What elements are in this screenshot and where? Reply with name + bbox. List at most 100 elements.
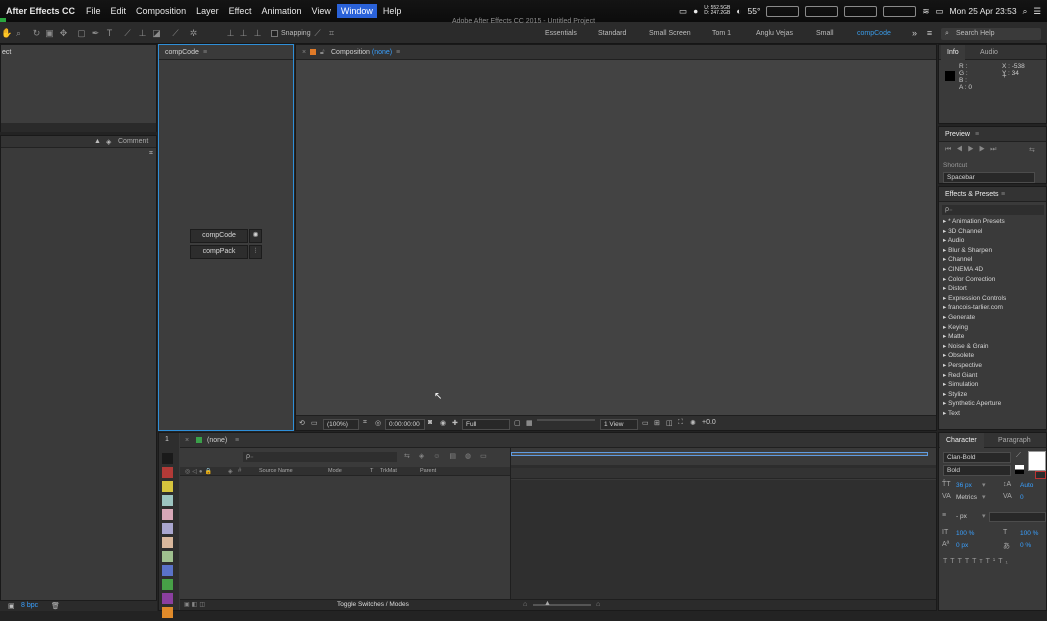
label-color-swatch[interactable] [162,593,173,604]
comp-viewer[interactable] [296,60,936,414]
label-color-swatch[interactable] [162,509,173,520]
trkmat-header[interactable]: TrkMat [380,468,397,474]
effect-category[interactable]: ▸ Perspective [943,361,1045,371]
next-frame-icon[interactable]: ▶ [979,146,990,153]
character-panel[interactable]: Character Paragraph Clan-Bold ⟋ Bold T̂T… [938,432,1047,611]
footer-pane-icons[interactable]: ▣◧◫ [184,601,207,608]
baseline-shift-value[interactable]: 0 px [956,542,968,549]
panel-menu-icon[interactable]: ≡ [975,127,979,142]
stroke-style-select[interactable] [989,512,1046,522]
small-caps-icon[interactable]: Tт [972,558,985,565]
always-preview-icon[interactable]: ⟲ [299,419,305,427]
project-panel-tab[interactable]: ect [1,45,156,60]
label-color-swatch[interactable] [162,523,173,534]
camera-select[interactable] [537,419,595,421]
motion-blur-icon[interactable]: ◍ [465,453,480,460]
effect-category[interactable]: ▸ Stylize [943,390,1045,400]
effect-category[interactable]: ▸ Matte [943,332,1045,342]
timeline-icon[interactable]: ◫ [666,419,673,427]
region-icon[interactable]: ▭ [311,419,318,427]
source-name-header[interactable]: Source Name [259,468,293,474]
effect-category[interactable]: ▸ Blur & Sharpen [943,246,1045,256]
first-frame-icon[interactable]: ⏮ [945,146,956,153]
eraser-tool-icon[interactable]: ◪ [151,28,162,38]
rectangle-tool-icon[interactable]: ▢ [76,28,87,38]
effects-presets-panel[interactable]: Effects & Presets ≡ ρ₋ ▸ * Animation Pre… [938,186,1047,430]
font-family-select[interactable]: Clan-Bold [943,452,1011,463]
label-color-swatch[interactable] [162,579,173,590]
channel-icon[interactable]: ✚ [452,419,458,427]
rotate-tool-icon[interactable]: ↻ [31,28,42,38]
timeline-search-input[interactable]: ρ₋ [243,452,397,462]
comment-column-header[interactable]: Comment [118,138,148,145]
superscript-icon[interactable]: T¹ [986,558,999,565]
effect-category[interactable]: ▸ Keying [943,323,1045,333]
timeline-tab[interactable]: × (none) ≡ [180,433,936,448]
comppack-options-icon[interactable]: ⫶ [249,245,262,259]
app-name[interactable]: After Effects CC [6,6,75,16]
battery-icon[interactable]: ▭ [935,6,943,17]
play-icon[interactable]: ▶ [968,146,979,153]
effect-category[interactable]: ▸ Distort [943,284,1045,294]
tab-audio[interactable]: Audio [980,45,998,60]
menu-effect[interactable]: Effect [229,6,252,16]
all-caps-icon[interactable]: TT [958,558,973,565]
effect-category[interactable]: ▸ CINEMA 4D [943,265,1045,275]
effect-category[interactable]: ▸ * Animation Presets [943,217,1045,227]
dropdown-arrow-icon[interactable]: ▾ [982,481,986,489]
effect-category[interactable]: ▸ Obsolete [943,351,1045,361]
close-icon[interactable]: × [185,433,189,448]
roto-brush-tool-icon[interactable]: ⟋ [170,28,181,38]
view-axis-icon[interactable]: ⊥ [252,28,263,38]
label-color-swatch[interactable] [162,607,173,618]
zoom-slider[interactable] [533,604,591,606]
grid-icon[interactable]: ⌗ [363,419,367,427]
brush-tool-icon[interactable]: ⟋ [122,28,133,38]
snapshot-icon[interactable]: ◙ [428,419,432,426]
effect-category[interactable]: ▸ Audio [943,236,1045,246]
faux-italic-icon[interactable]: T [950,558,957,565]
snap-option-icon[interactable]: ⟋ [312,28,323,38]
frame-blending-icon[interactable]: ▤ [449,453,465,460]
shortcut-select[interactable]: Spacebar [943,172,1035,183]
trash-icon[interactable]: 🗑 [51,602,60,610]
fill-color-swatch[interactable] [1028,451,1046,471]
font-size-value[interactable]: 36 px [956,482,972,489]
menu-layer[interactable]: Layer [196,6,219,16]
stroke-width-value[interactable]: - px [956,513,967,520]
label-color-swatch[interactable] [162,565,173,576]
effect-category[interactable]: ▸ 3D Channel [943,227,1045,237]
tag-icon[interactable]: ◈ [106,138,111,146]
local-axis-icon[interactable]: ⊥ [225,28,236,38]
dropdown-arrow-icon[interactable]: ▾ [982,512,986,520]
notifications-icon[interactable]: ☰ [1033,6,1041,17]
panel-menu-icon[interactable]: ≡ [203,45,207,60]
preview-panel[interactable]: Preview ≡ ⏮◀▶▶⏭ ⇆ Shortcut Spacebar [938,126,1047,184]
toggle-pixel-aspect-icon[interactable]: ▭ [642,419,649,427]
work-area-bar[interactable] [511,452,928,456]
effect-category[interactable]: ▸ Color Correction [943,275,1045,285]
last-frame-icon[interactable]: ⏭ [990,146,1001,153]
view-layout-select[interactable]: 1 View [600,419,638,430]
menu-composition[interactable]: Composition [136,6,186,16]
label-color-swatch[interactable] [162,481,173,492]
draft-3d-icon[interactable]: ◈ [419,453,433,460]
effects-search-input[interactable]: ρ₋ [942,205,1044,215]
panel-menu-icon[interactable]: ≡ [235,433,239,448]
tab-paragraph[interactable]: Paragraph [998,433,1031,448]
graph-editor-icon[interactable]: ▭ [480,453,496,460]
label-color-swatch[interactable] [162,453,173,464]
workspace-small-screen[interactable]: Small Screen [649,30,691,37]
effect-category[interactable]: ▸ Synthetic Aperture [943,399,1045,409]
record-icon[interactable]: ● [693,6,698,16]
type-tool-icon[interactable]: T [104,28,115,38]
label-color-swatch[interactable] [162,467,173,478]
column-options-icon[interactable]: ⌗ [149,150,153,158]
snap-grid-icon[interactable]: ⌗ [326,28,337,38]
workspace-essentials[interactable]: Essentials [545,30,577,37]
stroke-color-swatch[interactable] [1035,471,1046,479]
fast-previews-icon[interactable]: ⊞ [654,419,660,427]
eyedropper-icon[interactable]: ⟋ [1016,452,1021,460]
leading-value[interactable]: Auto [1020,482,1033,489]
effect-category[interactable]: ▸ Expression Controls [943,294,1045,304]
